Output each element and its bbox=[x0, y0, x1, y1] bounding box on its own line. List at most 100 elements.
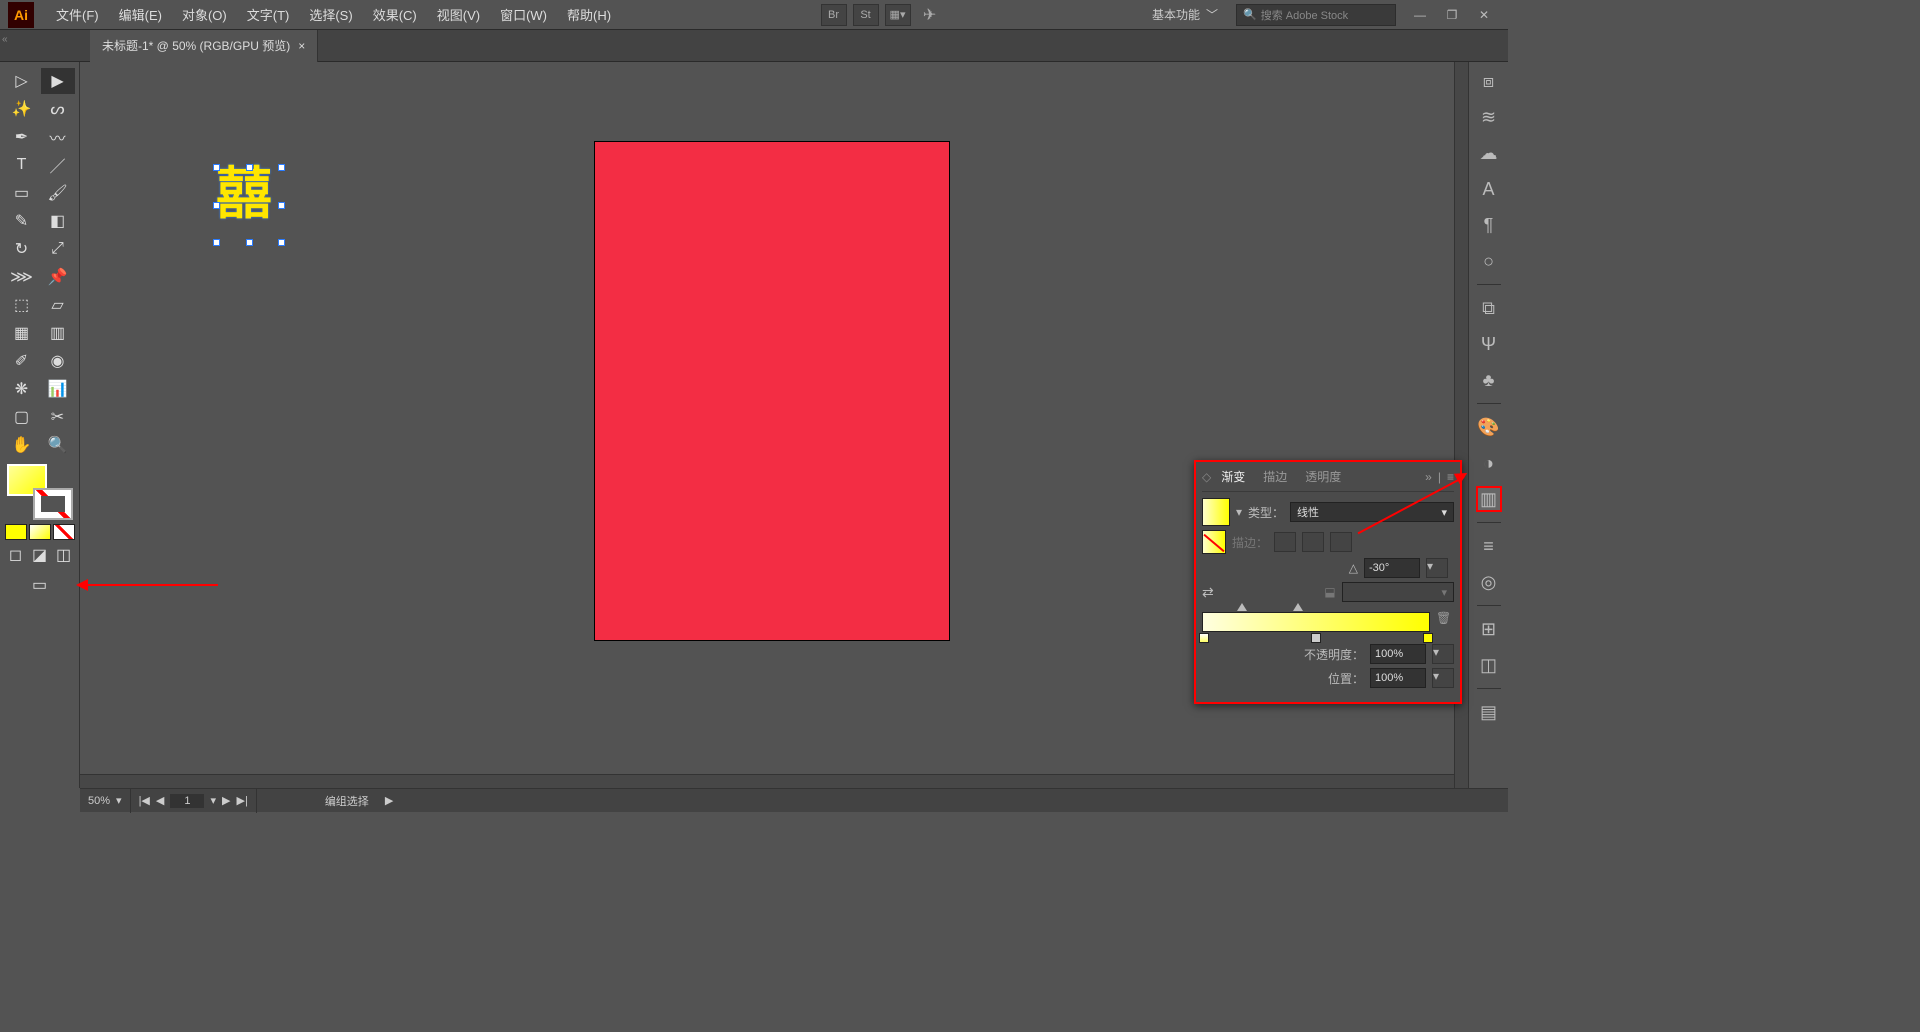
stroke-panel-icon[interactable]: ≡ bbox=[1476, 533, 1502, 559]
rectangle-tool[interactable]: ▭ bbox=[5, 180, 39, 206]
stop-opacity-input[interactable]: 100% bbox=[1370, 644, 1426, 664]
opentype-icon[interactable]: ○ bbox=[1476, 248, 1502, 274]
curvature-tool[interactable]: 〰 bbox=[41, 124, 75, 150]
horizontal-scrollbar[interactable] bbox=[80, 774, 1454, 788]
fill-stroke-swatch[interactable] bbox=[5, 464, 75, 520]
scale-tool[interactable]: ⤢ bbox=[41, 236, 75, 262]
admin-icon[interactable]: ▤ bbox=[1476, 699, 1502, 725]
gradient-fill-thumb[interactable] bbox=[1202, 498, 1230, 526]
menu-help[interactable]: 帮助(H) bbox=[557, 1, 621, 28]
menu-file[interactable]: 文件(F) bbox=[46, 1, 109, 28]
gradient-angle-input[interactable]: -30° bbox=[1364, 558, 1420, 578]
position-dropdown[interactable]: ▾ bbox=[1432, 668, 1454, 688]
libraries-icon[interactable]: ☁ bbox=[1476, 140, 1502, 166]
menu-window[interactable]: 窗口(W) bbox=[490, 1, 557, 28]
direct-selection-tool[interactable]: ▶ bbox=[41, 68, 75, 94]
paintbrush-tool[interactable]: 🖌 bbox=[41, 180, 75, 206]
menu-edit[interactable]: 编辑(E) bbox=[109, 1, 172, 28]
slice-tool[interactable]: ✂ bbox=[41, 404, 75, 430]
layers-icon[interactable]: ≋ bbox=[1476, 104, 1502, 130]
tab-gradient[interactable]: 渐变 bbox=[1213, 466, 1253, 487]
status-tri[interactable]: ▶ bbox=[385, 794, 393, 807]
window-close[interactable]: ✕ bbox=[1472, 7, 1496, 23]
stroke-swatch[interactable] bbox=[33, 488, 73, 520]
zoom-level[interactable]: 50%▾ bbox=[80, 789, 131, 813]
window-minimize[interactable]: — bbox=[1408, 7, 1432, 23]
color-icon[interactable]: ◑ bbox=[1476, 450, 1502, 476]
shape-builder-tool[interactable]: ⬚ bbox=[5, 292, 39, 318]
line-segment-tool[interactable]: ／ bbox=[41, 152, 75, 178]
3d-icon[interactable]: ⧈ bbox=[1476, 68, 1502, 94]
menu-select[interactable]: 选择(S) bbox=[299, 1, 362, 28]
character-icon[interactable]: A bbox=[1476, 176, 1502, 202]
left-dock-toggle[interactable]: « bbox=[2, 34, 8, 45]
window-restore[interactable]: ❐ bbox=[1440, 7, 1464, 23]
eraser-tool[interactable]: ◧ bbox=[41, 208, 75, 234]
pathfinder-icon[interactable]: ◫ bbox=[1476, 652, 1502, 678]
color-mode-none[interactable] bbox=[53, 524, 75, 540]
screen-mode[interactable]: ▭ bbox=[23, 572, 57, 598]
angle-dropdown[interactable]: ▾ bbox=[1426, 558, 1448, 578]
reverse-gradient-icon[interactable]: ⇄ bbox=[1202, 584, 1214, 601]
arrange-docs-icon[interactable]: ▦▾ bbox=[885, 4, 911, 26]
links-icon[interactable]: ⧉ bbox=[1476, 295, 1502, 321]
artboard-tool[interactable]: ▢ bbox=[5, 404, 39, 430]
draw-behind[interactable]: ◪ bbox=[29, 546, 51, 564]
bridge-icon[interactable]: Br bbox=[821, 4, 847, 26]
tab-stroke[interactable]: 描边 bbox=[1255, 466, 1295, 487]
panel-collapse-icon[interactable]: » bbox=[1425, 470, 1432, 484]
opacity-dropdown[interactable]: ▾ bbox=[1432, 644, 1454, 664]
document-tab[interactable]: 未标题-1* @ 50% (RGB/GPU 预览) × bbox=[90, 30, 318, 62]
gradient-slider[interactable] bbox=[1202, 612, 1430, 632]
magic-wand-tool[interactable]: ✨ bbox=[5, 96, 39, 122]
search-stock-input[interactable]: 🔍 搜索 Adobe Stock bbox=[1236, 4, 1396, 26]
gradient-tool[interactable]: ▥ bbox=[41, 320, 75, 346]
selected-object[interactable]: 囍 bbox=[216, 167, 282, 243]
symbols-icon[interactable]: ♣ bbox=[1476, 367, 1502, 393]
nav-first[interactable]: |◀ bbox=[139, 794, 150, 807]
selection-tool[interactable]: ▷ bbox=[5, 68, 39, 94]
align-icon[interactable]: ⊞ bbox=[1476, 616, 1502, 642]
draw-inside[interactable]: ◫ bbox=[53, 546, 75, 564]
delete-stop-icon[interactable]: 🗑 bbox=[1436, 611, 1454, 629]
panel-menu-icon[interactable]: ≡ bbox=[1447, 470, 1454, 484]
menu-type[interactable]: 文字(T) bbox=[237, 1, 300, 28]
gradient-stroke-thumb[interactable] bbox=[1202, 530, 1226, 554]
symbol-sprayer-tool[interactable]: ❋ bbox=[5, 376, 39, 402]
free-transform-tool[interactable]: 📌 bbox=[41, 264, 75, 290]
close-icon[interactable]: × bbox=[298, 39, 305, 53]
gradient-panel-icon[interactable]: ▥ bbox=[1476, 486, 1502, 512]
rotate-tool[interactable]: ↻ bbox=[5, 236, 39, 262]
gradient-type-select[interactable]: 线性▾ bbox=[1290, 502, 1454, 522]
mesh-tool[interactable]: ▦ bbox=[5, 320, 39, 346]
nav-next[interactable]: ▶ bbox=[222, 794, 230, 807]
gpu-icon[interactable]: ✈ bbox=[917, 4, 943, 26]
menu-object[interactable]: 对象(O) bbox=[172, 1, 237, 28]
nav-prev[interactable]: ◀ bbox=[156, 794, 164, 807]
zoom-tool[interactable]: 🔍 bbox=[41, 432, 75, 458]
type-tool[interactable]: T bbox=[5, 152, 39, 178]
width-tool[interactable]: ⋙ bbox=[5, 264, 39, 290]
brushes-icon[interactable]: Ψ bbox=[1476, 331, 1502, 357]
stroke-align-2[interactable] bbox=[1302, 532, 1324, 552]
menu-effect[interactable]: 效果(C) bbox=[363, 1, 427, 28]
lasso-tool[interactable]: ᔕ bbox=[41, 96, 75, 122]
perspective-grid-tool[interactable]: ▱ bbox=[41, 292, 75, 318]
tab-transparency[interactable]: 透明度 bbox=[1297, 466, 1349, 487]
blend-tool[interactable]: ◉ bbox=[41, 348, 75, 374]
menu-view[interactable]: 视图(V) bbox=[427, 1, 490, 28]
hand-tool[interactable]: ✋ bbox=[5, 432, 39, 458]
workspace-switcher[interactable]: 基本功能 ﹀ bbox=[1142, 2, 1228, 27]
paragraph-icon[interactable]: ¶ bbox=[1476, 212, 1502, 238]
eyedropper-tool[interactable]: ✐ bbox=[5, 348, 39, 374]
pen-tool[interactable]: ✒ bbox=[5, 124, 39, 150]
swatches-icon[interactable]: 🎨 bbox=[1476, 414, 1502, 440]
color-mode-solid[interactable] bbox=[5, 524, 27, 540]
transparency-icon[interactable]: ◎ bbox=[1476, 569, 1502, 595]
stop-position-input[interactable]: 100% bbox=[1370, 668, 1426, 688]
column-graph-tool[interactable]: 📊 bbox=[41, 376, 75, 402]
artboard-number[interactable]: 1 bbox=[170, 794, 204, 808]
stock-icon[interactable]: St bbox=[853, 4, 879, 26]
stroke-align-3[interactable] bbox=[1330, 532, 1352, 552]
stroke-align-1[interactable] bbox=[1274, 532, 1296, 552]
